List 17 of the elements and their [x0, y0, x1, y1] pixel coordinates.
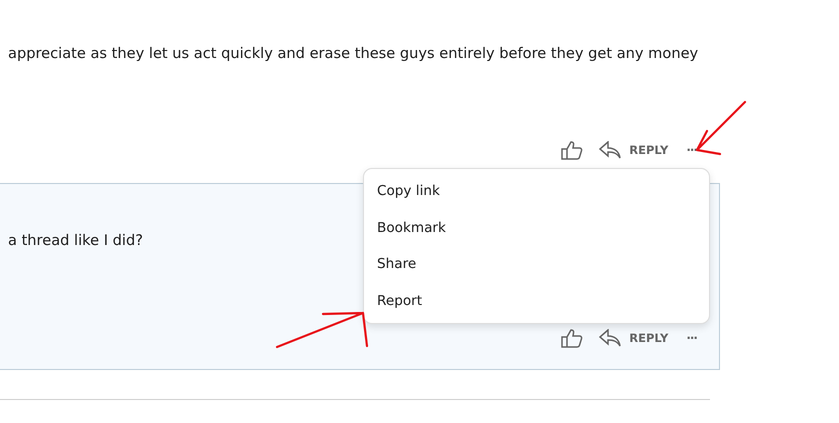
like-button[interactable] [561, 328, 584, 348]
like-button[interactable] [561, 140, 584, 160]
comment-text: a thread like I did? [8, 231, 143, 251]
menu-item[interactable]: Bookmark [364, 210, 709, 246]
more-options-button[interactable]: ··· [686, 143, 697, 157]
menu-item[interactable]: Report [364, 282, 709, 319]
reply-button[interactable]: REPLY [599, 141, 668, 159]
reply-arrow-icon [599, 329, 622, 347]
reply-button[interactable]: REPLY [599, 329, 668, 347]
comment-text: appreciate as they let us act quickly and erase these guys entirely before they get any money [8, 44, 698, 64]
reply-arrow-icon [599, 141, 622, 159]
menu-item[interactable]: Copy link [364, 173, 709, 210]
menu-item[interactable]: Share [364, 246, 709, 282]
more-options-button[interactable]: ··· [686, 331, 697, 345]
thumbs-up-icon [561, 328, 584, 348]
thumbs-up-icon [561, 140, 584, 160]
annotation-arrow [696, 100, 746, 156]
